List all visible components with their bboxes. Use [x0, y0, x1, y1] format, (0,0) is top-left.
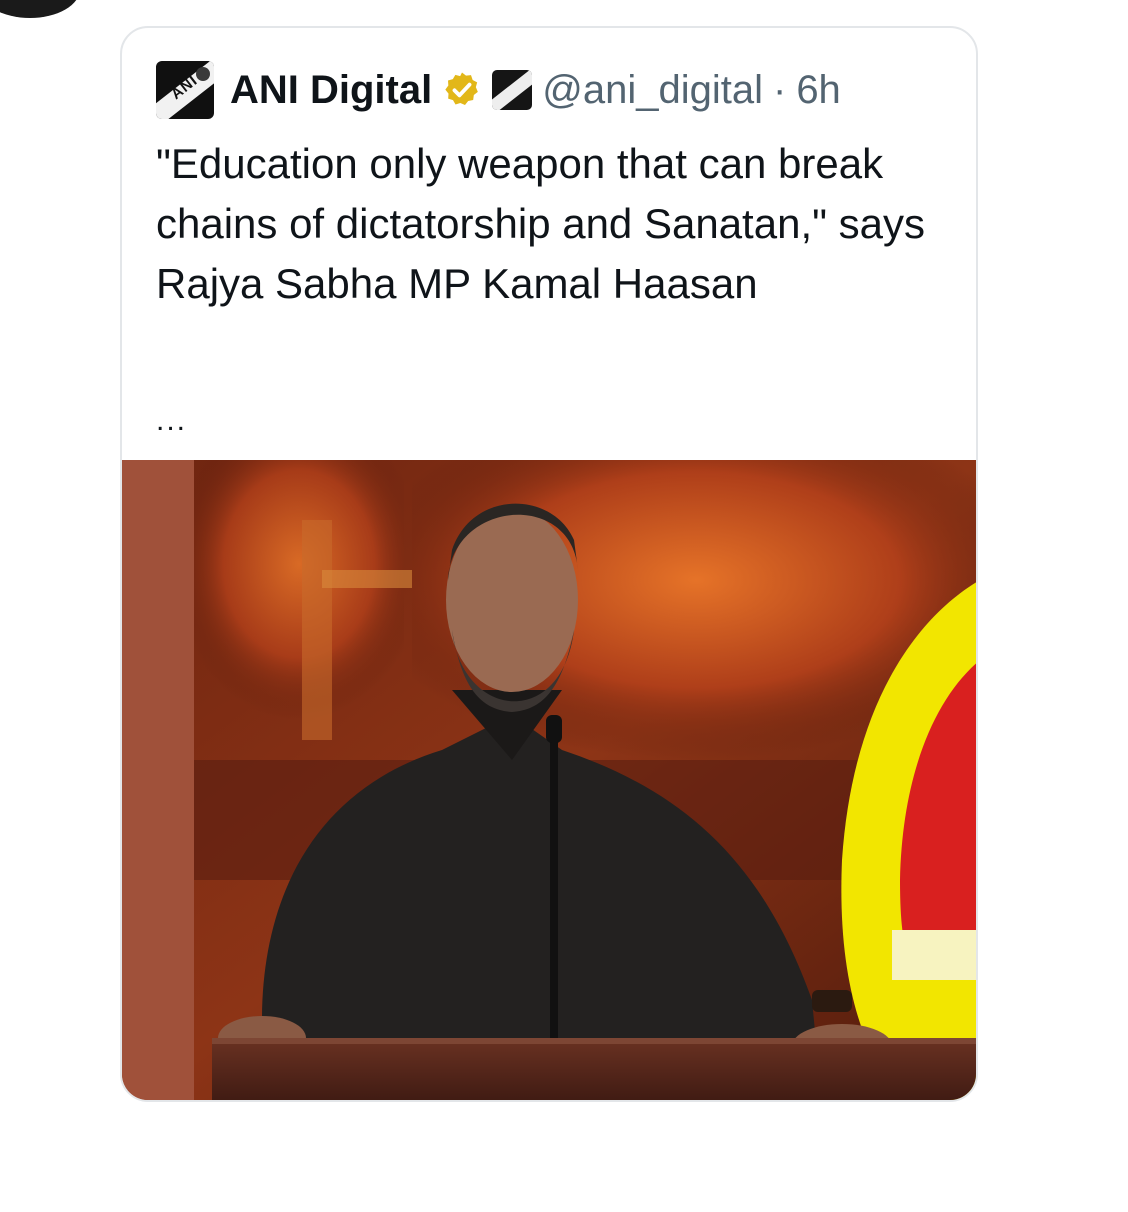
separator-dot: · [772, 67, 787, 112]
screen: ANI ANI Digital @ani_digital · 6h "Educa… [0, 0, 1128, 1212]
partial-avatar[interactable] [0, 0, 80, 18]
verified-badge-icon [445, 72, 479, 105]
tweet-time[interactable]: 6h [796, 68, 841, 113]
ani-avatar-icon[interactable]: ANI [156, 61, 214, 119]
affiliate-logo-icon[interactable] [492, 70, 533, 110]
tweet-text: "Education only weapon that can break ch… [156, 140, 926, 307]
author-name[interactable]: ANI Digital [230, 68, 432, 113]
author-handle[interactable]: @ani_digital [542, 68, 763, 113]
quoted-tweet-card[interactable]: ANI ANI Digital @ani_digital · 6h "Educa… [120, 26, 978, 1102]
tweet-photo[interactable] [122, 460, 976, 1100]
tweet-header: ANI ANI Digital @ani_digital · 6h [156, 61, 841, 119]
photo-illustration [122, 460, 976, 1100]
more-ellipsis[interactable]: ... [156, 404, 187, 438]
